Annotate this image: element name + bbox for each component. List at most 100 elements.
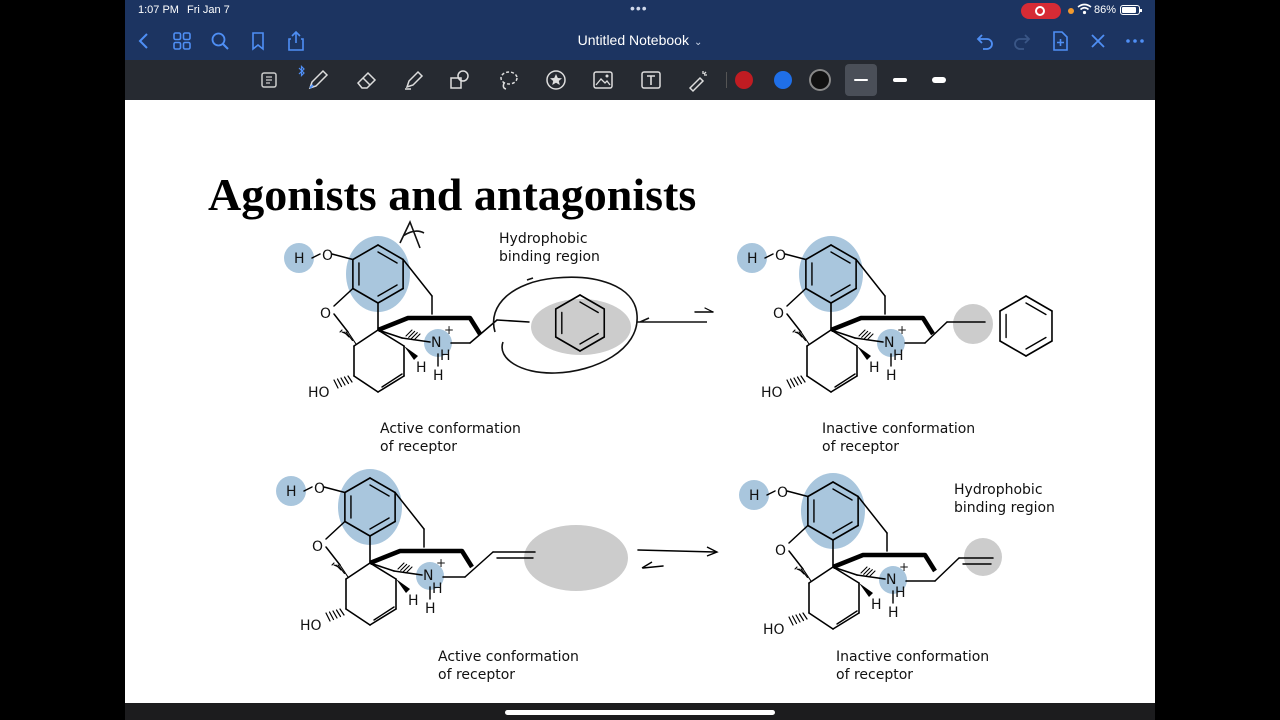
hydrophobic-label-top-line1: Hydrophobic	[499, 231, 588, 247]
aromatic-binding-site	[799, 236, 863, 312]
wedge-bond	[396, 579, 410, 593]
oxygen-label: O	[773, 306, 784, 322]
highlighter-icon[interactable]	[401, 67, 427, 93]
bond-line	[353, 375, 379, 393]
hydrophobic-label-top-line2: binding region	[499, 249, 600, 265]
color-blue-swatch[interactable]	[774, 71, 792, 89]
bond-line	[325, 520, 346, 540]
hydrogen-label: H	[440, 348, 451, 364]
hashed-bond	[798, 613, 805, 622]
aromatic-bond	[1025, 295, 1053, 312]
pen-icon[interactable]	[305, 67, 331, 93]
morphinan-top-right: OHON+HHOHH	[737, 236, 935, 401]
double-bond	[373, 606, 395, 621]
hydroxyl-label: HO	[761, 385, 783, 401]
bold-bridge-bond	[369, 548, 474, 569]
hashed-bond	[340, 377, 346, 386]
color-black-swatch[interactable]	[811, 71, 829, 89]
hydrophobic-label-bottom: Hydrophobic binding region	[954, 481, 1055, 517]
caption-br-line1: Inactive conformation	[836, 649, 990, 665]
multitasking-dots-icon[interactable]: •••	[630, 0, 648, 16]
hashed-bond	[347, 375, 353, 383]
redo-icon[interactable]	[1011, 30, 1033, 52]
hashed-bond	[800, 375, 806, 383]
laser-icon[interactable]	[685, 67, 711, 93]
notebook-page[interactable]: Agonists and antagonists O H O N + H HO H H O H O N +…	[125, 100, 1155, 703]
add-page-icon[interactable]	[1049, 30, 1071, 52]
hydrogen-label: H	[893, 348, 904, 364]
bold-bridge-bond	[377, 315, 482, 336]
hashed-bond	[336, 378, 343, 388]
notebook-title[interactable]: Untitled Notebook ⌄	[125, 32, 1155, 48]
hashed-bond	[339, 564, 349, 578]
stroke-width-thick[interactable]	[923, 64, 955, 96]
oxygen-label: O	[775, 248, 786, 264]
caption-bottom-left: Active conformation of receptor	[438, 648, 579, 684]
close-icon[interactable]	[1087, 30, 1109, 52]
nav-bar: Untitled Notebook ⌄	[125, 22, 1155, 60]
bond-line	[333, 313, 349, 333]
hashed-bond	[802, 612, 808, 620]
hydrophobic-spot	[964, 538, 1002, 576]
color-red-swatch[interactable]	[735, 71, 753, 89]
home-bar	[125, 703, 1155, 720]
status-bar: 1:07 PM Fri Jan 7 ••• 86%	[125, 0, 1155, 22]
more-icon[interactable]	[1124, 30, 1146, 52]
hashed-bond	[786, 379, 792, 389]
handwritten-letter-a	[399, 219, 425, 249]
lasso-icon[interactable]	[496, 67, 522, 93]
oxygen-label: O	[320, 306, 331, 322]
charge-label: +	[444, 323, 454, 337]
screen-recording-icon[interactable]	[1021, 3, 1061, 19]
charge-label: +	[436, 556, 446, 570]
sticker-icon[interactable]	[543, 67, 569, 93]
hydrogen-label: H	[286, 484, 297, 500]
stroke-width-thin[interactable]	[845, 64, 877, 96]
image-icon[interactable]	[590, 67, 616, 93]
hydroxyl-label: HO	[763, 622, 785, 638]
bond-line	[345, 608, 371, 626]
double-bond	[381, 373, 403, 388]
reader-icon[interactable]	[257, 67, 283, 93]
stroke-width-medium[interactable]	[884, 64, 916, 96]
hydrogen-label: H	[869, 360, 880, 376]
hashed-bond	[343, 376, 350, 385]
bond-line	[788, 524, 809, 544]
hydrogen-label: H	[888, 605, 899, 621]
morphinan-bottom-left: OHON+HHOHH	[276, 469, 474, 634]
morphinan-top-left: OHON+HHOHH	[284, 236, 482, 401]
chevron-down-icon: ⌄	[693, 37, 703, 48]
handwritten-arrow	[637, 317, 707, 323]
double-bond	[834, 373, 856, 388]
hashed-bond	[793, 377, 799, 386]
hashed-bond	[796, 376, 803, 385]
double-bond	[836, 610, 858, 625]
hydrophobic-region	[524, 525, 628, 591]
battery-percent: 86%	[1094, 4, 1117, 16]
bond-line	[369, 608, 397, 626]
bond-line	[325, 546, 341, 566]
bold-bridge-bond	[830, 315, 935, 336]
bond-line	[786, 313, 802, 333]
bond-line	[496, 319, 530, 323]
hashed-bond	[788, 616, 794, 626]
hydrogen-label: H	[886, 368, 897, 384]
caption-bl-line1: Active conformation	[438, 649, 579, 665]
text-icon[interactable]	[638, 67, 664, 93]
hydroxyl-label: HO	[300, 618, 322, 634]
oxygen-label: O	[322, 248, 333, 264]
hydrogen-label: H	[895, 585, 906, 601]
home-indicator[interactable]	[505, 710, 775, 715]
caption-top-left: Active conformation of receptor	[380, 420, 521, 456]
aromatic-bond	[999, 340, 1027, 357]
caption-tr-line1: Inactive conformation	[822, 421, 976, 437]
hashed-bond	[802, 568, 812, 582]
hydrogen-label: H	[749, 488, 760, 504]
undo-icon[interactable]	[974, 30, 996, 52]
aromatic-binding-site	[346, 236, 410, 312]
eraser-icon[interactable]	[354, 67, 380, 93]
caption-br-line2: of receptor	[836, 667, 914, 683]
hydrogen-label: H	[747, 251, 758, 267]
caption-tr-line2: of receptor	[822, 439, 900, 455]
shapes-icon[interactable]	[447, 67, 473, 93]
